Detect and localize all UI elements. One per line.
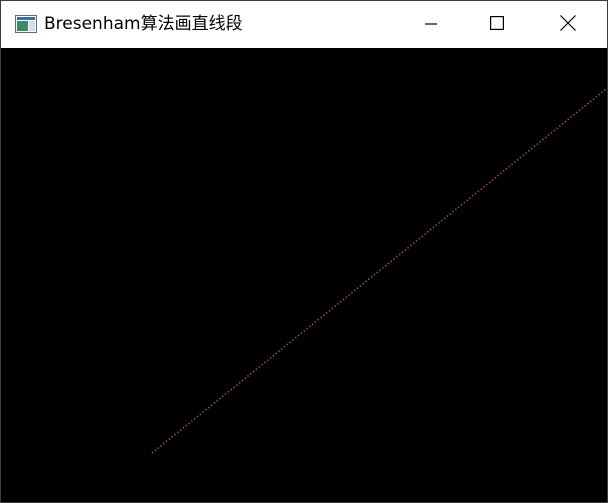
drawing-canvas[interactable] [1, 48, 607, 502]
maximize-icon [490, 15, 505, 34]
close-button[interactable] [533, 1, 603, 48]
bresenham-line-segment [151, 88, 607, 454]
maximize-button[interactable] [462, 1, 532, 48]
canvas-svg [151, 88, 607, 454]
app-window: Bresenham算法画直线段 [0, 0, 608, 503]
minimize-icon [425, 15, 437, 34]
app-window-icon [15, 15, 37, 33]
minimize-button[interactable] [396, 1, 466, 48]
title-bar[interactable]: Bresenham算法画直线段 [1, 1, 607, 48]
window-title: Bresenham算法画直线段 [44, 14, 243, 34]
close-icon [560, 14, 576, 35]
